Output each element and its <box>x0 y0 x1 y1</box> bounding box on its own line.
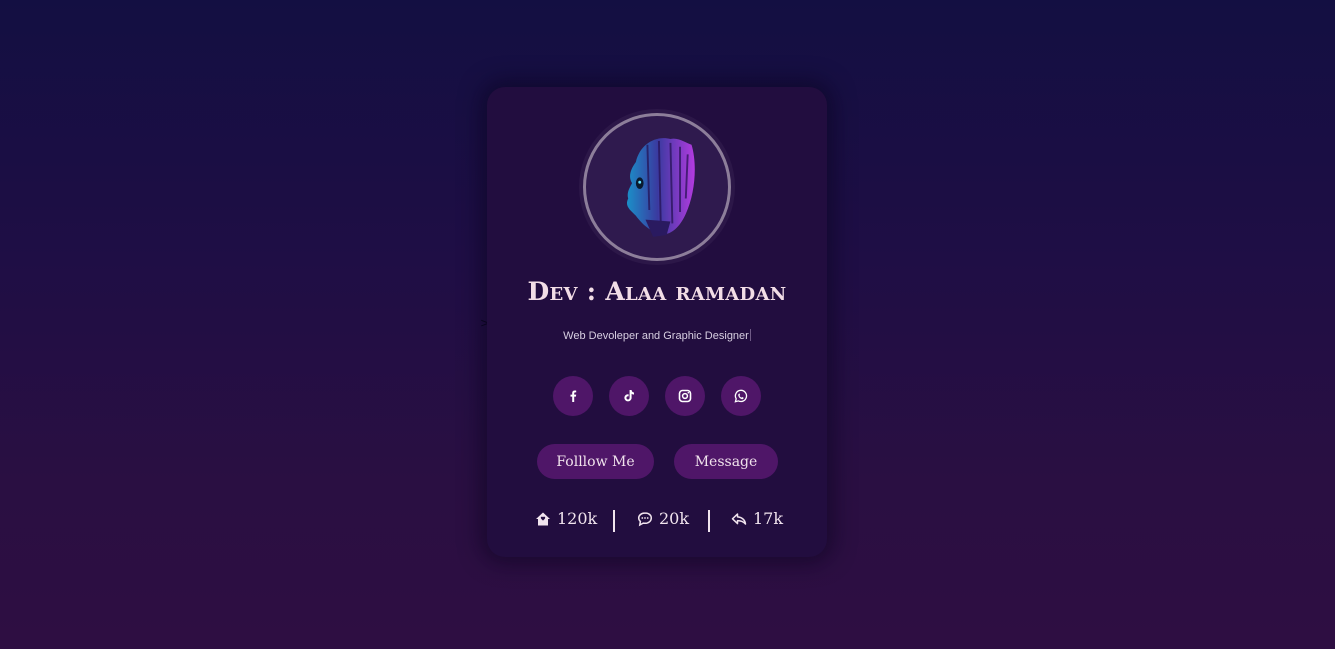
social-links <box>553 376 761 416</box>
instagram-button[interactable] <box>665 376 705 416</box>
profile-name: Dev : Alaa ramadan <box>527 277 787 306</box>
follow-button[interactable]: Folllow Me <box>537 444 654 479</box>
tiktok-icon <box>624 390 634 402</box>
stat-comments-value: 20k <box>659 509 690 528</box>
stat-shares: 17k <box>731 509 783 528</box>
profile-role-text: Web Devoleper and Graphic Designer <box>563 330 749 342</box>
comment-icon <box>637 511 653 526</box>
avatar <box>583 113 731 261</box>
reply-icon <box>731 512 747 525</box>
profile-role: Web Devoleper and Graphic Designer <box>487 329 827 342</box>
action-buttons: Folllow Me Message <box>537 444 778 479</box>
message-button[interactable]: Message <box>674 444 778 479</box>
whatsapp-button[interactable] <box>721 376 761 416</box>
whatsapp-icon <box>734 389 748 403</box>
home-icon <box>536 512 550 525</box>
stats-row: 120k 20k 17k <box>487 509 827 533</box>
stat-likes: 120k <box>535 509 597 528</box>
stat-shares-value: 17k <box>753 509 784 528</box>
stat-divider <box>613 510 615 532</box>
typing-caret <box>749 329 751 341</box>
tiktok-button[interactable] <box>609 376 649 416</box>
facebook-button[interactable] <box>553 376 593 416</box>
instagram-icon <box>678 389 692 403</box>
stat-divider <box>708 510 710 532</box>
stat-likes-value: 120k <box>557 509 598 528</box>
stat-comments: 20k <box>637 509 689 528</box>
facebook-icon <box>570 390 577 402</box>
groot-head-image <box>626 138 695 237</box>
profile-card: Dev : Alaa ramadan Web Devoleper and Gra… <box>487 87 827 557</box>
